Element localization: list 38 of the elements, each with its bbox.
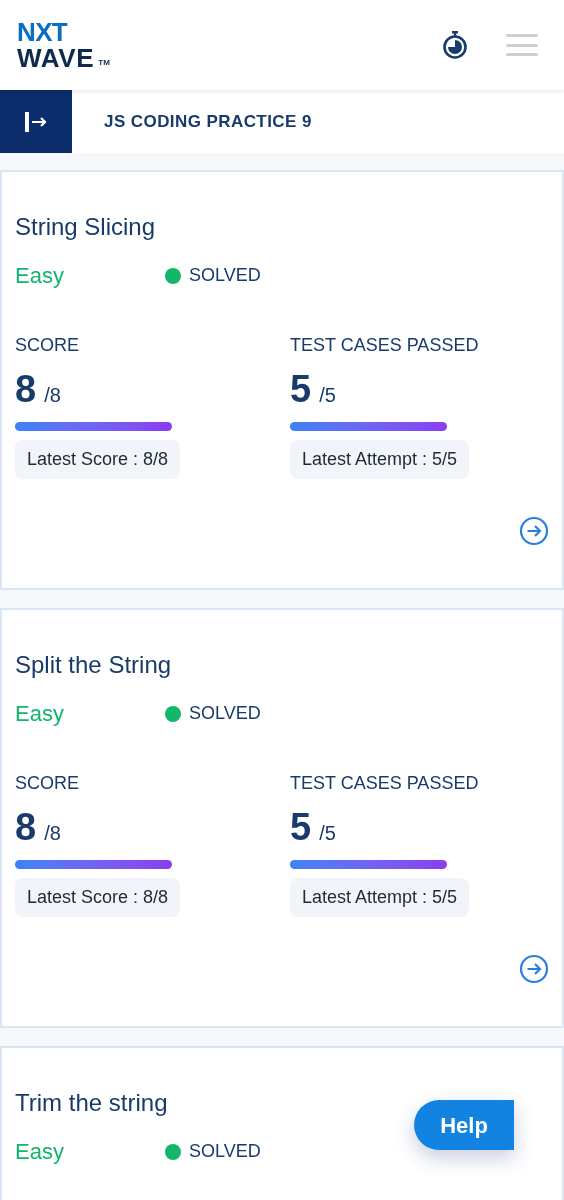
stat-value: 8: [15, 807, 37, 847]
question-title: Split the String: [15, 650, 173, 680]
stopwatch-icon[interactable]: [442, 31, 468, 59]
sidebar-toggle-button[interactable]: [0, 90, 72, 153]
logo-mark: TM: [98, 59, 110, 67]
stat-value: 5: [290, 807, 312, 847]
logo-bottom: WAVE: [17, 45, 95, 71]
help-button[interactable]: Help: [414, 1100, 514, 1150]
stat-label: SCORE: [15, 334, 80, 357]
difficulty-label: Easy: [15, 1138, 65, 1166]
stat-total: /8: [44, 383, 61, 408]
stat-value: 8: [15, 369, 37, 409]
question-card[interactable]: Split the String Easy SOLVED SCORE 8 /8 Latest Score : 8/8 TEST CASES PASSED 5 /5 Latest Attempt : 5/5: [0, 608, 564, 1028]
expand-icon: [23, 110, 49, 133]
latest-pill: Latest Attempt : 5/5: [290, 440, 470, 479]
status-label: SOLVED: [189, 264, 261, 287]
question-card[interactable]: String Slicing Easy SOLVED SCORE 8 /8 Latest Score : 8/8 TEST CASES PASSED 5 /5 Latest Attempt : 5/5: [0, 170, 564, 590]
status-label: SOLVED: [189, 1140, 261, 1163]
logo-top: NXT: [17, 19, 69, 45]
stat-total: /5: [319, 821, 336, 846]
stat-value: 5: [290, 369, 312, 409]
practice-title: JS CODING PRACTICE 9: [104, 110, 312, 133]
question-title: Trim the string: [15, 1088, 169, 1118]
arrow-right-circle-icon[interactable]: [519, 516, 549, 546]
logo[interactable]: NXT WAVE TM: [17, 19, 110, 71]
latest-pill: Latest Score : 8/8: [15, 878, 181, 917]
stat-total: /5: [319, 383, 336, 408]
stat-total: /8: [44, 821, 61, 846]
stat-label: TEST CASES PASSED: [290, 334, 480, 357]
stat-label: TEST CASES PASSED: [290, 772, 480, 795]
difficulty-label: Easy: [15, 262, 65, 290]
question-title: String Slicing: [15, 212, 157, 242]
latest-pill: Latest Attempt : 5/5: [290, 878, 470, 917]
status-label: SOLVED: [189, 702, 261, 725]
arrow-right-circle-icon[interactable]: [519, 954, 549, 984]
stat-label: SCORE: [15, 772, 80, 795]
difficulty-label: Easy: [15, 700, 65, 728]
latest-pill: Latest Score : 8/8: [15, 440, 181, 479]
